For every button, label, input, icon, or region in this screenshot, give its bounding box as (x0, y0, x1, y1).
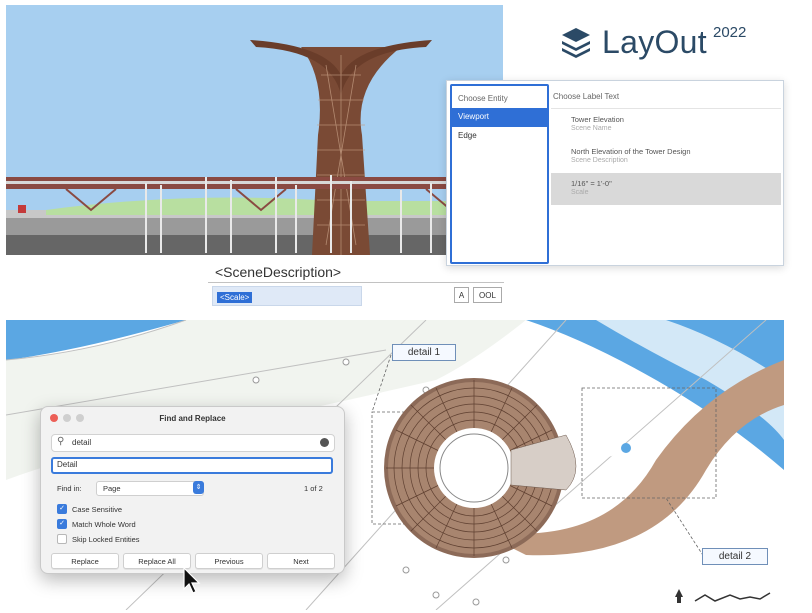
viewport-elevation[interactable] (6, 5, 503, 255)
app-name: LayOut (602, 23, 707, 60)
label-option-title: Tower Elevation (571, 115, 624, 124)
label-text-header: Choose Label Text (551, 84, 781, 109)
close-window-icon[interactable] (50, 414, 58, 422)
chevron-updown-icon: ⇕ (193, 481, 204, 494)
label-option-title: 1/16" = 1'-0" (571, 179, 612, 188)
dialog-titlebar: Find and Replace (41, 407, 344, 429)
label-option[interactable]: North Elevation of the Tower Design Scen… (551, 141, 781, 173)
ool-button[interactable]: OOL (473, 287, 502, 303)
font-button[interactable]: A (454, 287, 469, 303)
replace-value: Detail (57, 460, 78, 469)
label-option[interactable]: Tower Elevation Scene Name (551, 109, 781, 141)
option-skip-locked[interactable]: Skip Locked Entities (57, 533, 140, 545)
entity-item-viewport[interactable]: Viewport (452, 108, 547, 127)
label-option-selected[interactable]: 1/16" = 1'-0" Scale (551, 173, 781, 205)
search-value: detail (72, 438, 92, 447)
checkbox-empty-icon[interactable] (57, 534, 67, 544)
dialog-title: Find and Replace (159, 414, 226, 423)
option-label: Match Whole Word (72, 519, 136, 529)
search-icon: ⚲ (57, 436, 65, 447)
option-case-sensitive[interactable]: ✓ Case Sensitive (57, 503, 122, 515)
label-option-sub: Scene Name (571, 125, 612, 132)
replace-input[interactable]: Detail (51, 457, 333, 474)
entity-list: Choose Entity Viewport Edge (450, 84, 549, 264)
search-input[interactable]: ⚲ detail (51, 434, 335, 452)
option-match-whole-word[interactable]: ✓ Match Whole Word (57, 518, 136, 530)
detail-label-1[interactable]: detail 1 (392, 344, 456, 361)
entity-list-header: Choose Entity (458, 94, 508, 103)
label-option-title: North Elevation of the Tower Design (571, 147, 691, 156)
scene-description-text[interactable]: <SceneDescription> (215, 264, 341, 280)
minimize-window-icon[interactable] (63, 414, 71, 422)
zoom-window-icon[interactable] (76, 414, 84, 422)
next-button[interactable]: Next (267, 553, 335, 569)
match-count: 1 of 2 (304, 484, 323, 493)
checkbox-checked-icon[interactable]: ✓ (57, 504, 67, 514)
previous-button[interactable]: Previous (195, 553, 263, 569)
detail-label-2[interactable]: detail 2 (702, 548, 768, 565)
north-arrow-icon (675, 585, 775, 612)
find-in-label: Find in: (57, 484, 82, 493)
mouse-pointer-icon (183, 566, 203, 600)
app-year: 2022 (712, 23, 747, 41)
label-option-sub: Scale (571, 189, 589, 196)
clear-search-icon[interactable] (320, 438, 329, 447)
brand: LayOut 2022 (560, 22, 746, 62)
text-baseline-divider (208, 282, 504, 283)
find-and-replace-dialog: Find and Replace ⚲ detail Detail Find in… (40, 406, 345, 574)
layers-logo-icon (562, 28, 590, 58)
label-text-list: Choose Label Text Tower Elevation Scene … (551, 84, 781, 205)
checkbox-checked-icon[interactable]: ✓ (57, 519, 67, 529)
option-label: Case Sensitive (72, 504, 123, 514)
option-label: Skip Locked Entities (72, 534, 140, 544)
find-in-select[interactable]: Page ⇕ (96, 481, 204, 496)
replace-all-button[interactable]: Replace All (123, 553, 191, 569)
find-in-value: Page (103, 484, 121, 493)
scale-token: <Scale> (217, 292, 253, 303)
label-option-sub: Scene Description (571, 157, 628, 164)
entity-item-edge[interactable]: Edge (452, 127, 547, 146)
tower-elevation-drawing (6, 5, 503, 255)
scale-token-field[interactable]: <Scale> (212, 286, 362, 306)
replace-button[interactable]: Replace (51, 553, 119, 569)
auto-text-label-popup: Choose Entity Viewport Edge Choose Label… (446, 80, 784, 266)
